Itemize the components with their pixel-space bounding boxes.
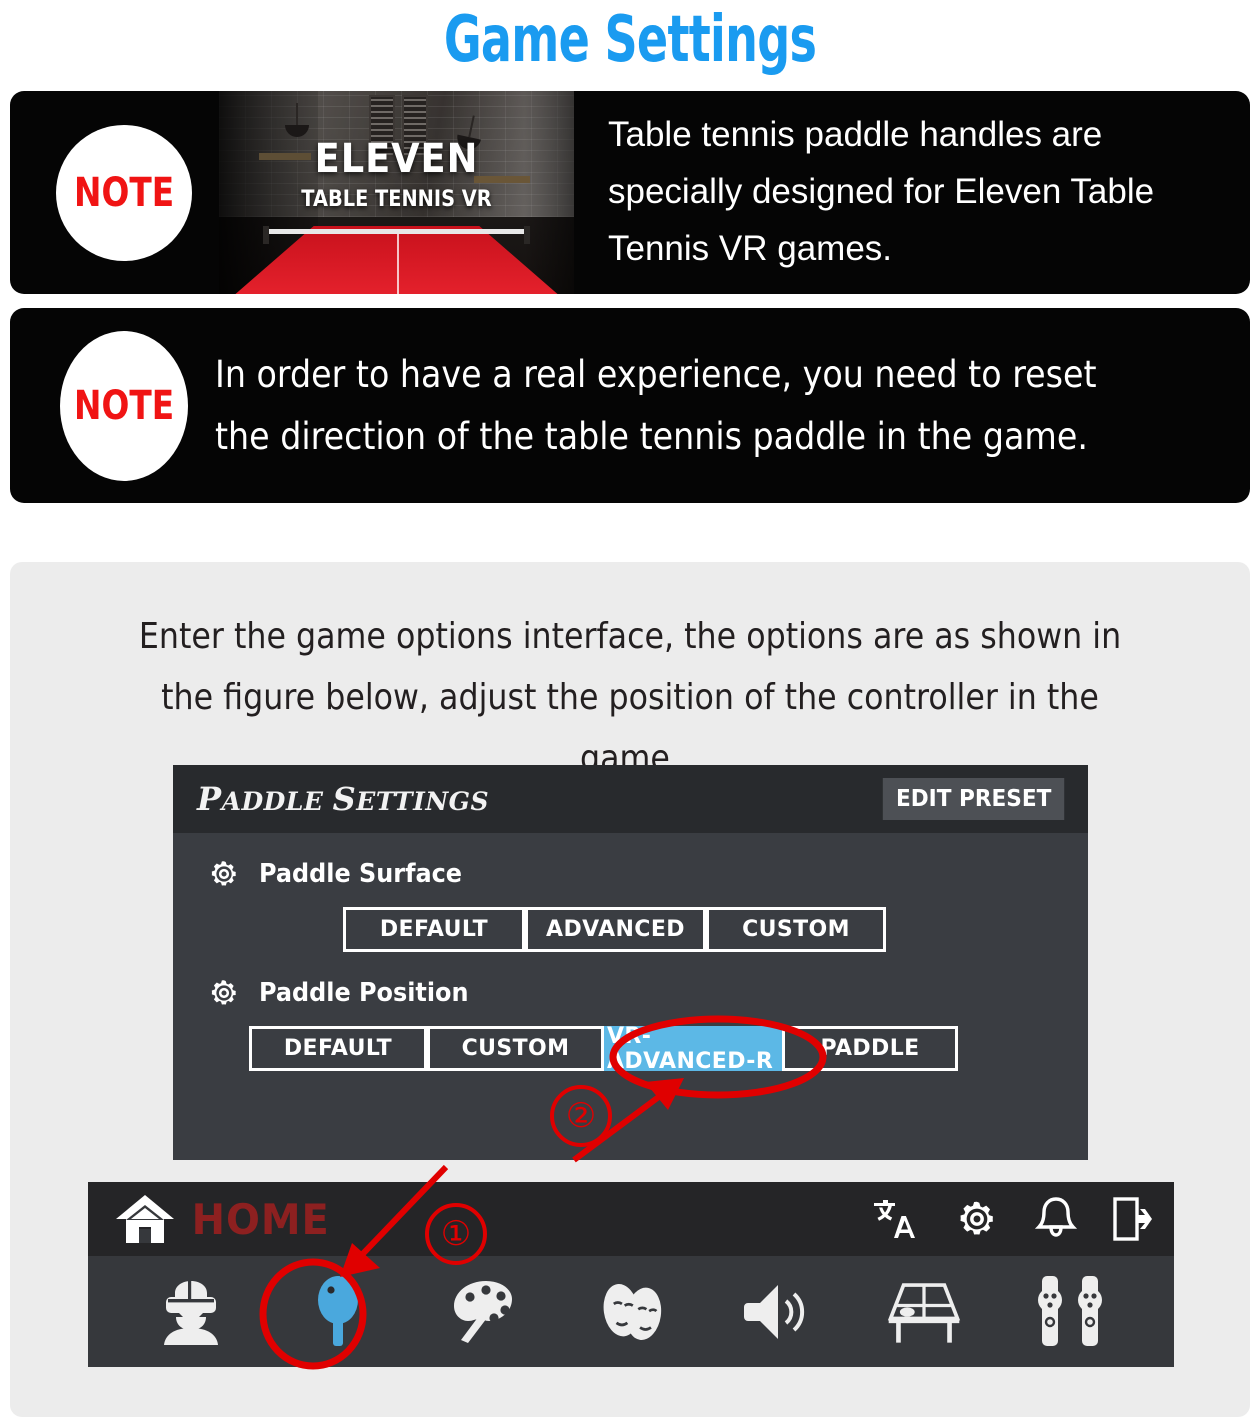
game-thumbnail: ELEVEN TABLE TENNIS VR [219,91,574,294]
intro-text: Enter the game options interface, the op… [138,616,1122,780]
home-bar: HOME [88,1182,1174,1367]
paddle-settings-panel: PADDLE SETTINGS EDIT PRESET Paddle Surfa… [173,765,1088,1160]
paddle-surface-row: Paddle Surface DEFAULT ADVANCED CUSTOM [173,857,1088,952]
panel-title-s: S [332,780,357,818]
home-bar-top-icons [874,1195,1152,1243]
option-surface-custom[interactable]: CUSTOM [706,907,886,952]
thumbnail-net-post [263,226,269,244]
house-icon [116,1195,174,1243]
paddle-position-label-group: Paddle Position [207,976,1088,1010]
panel-title-ettings: ETTINGS [356,787,490,816]
gear-icon [211,980,236,1005]
thumbnail-net-post [524,226,530,244]
note-2-text: In order to have a real experience, you … [215,353,1097,458]
paddle-surface-options: DEFAULT ADVANCED CUSTOM [343,907,1088,952]
annotation-marker-1: ① [425,1203,487,1265]
paddle-position-options: DEFAULT CUSTOM VR-ADVANCED-R PADDLE [249,1024,1088,1074]
option-position-paddle[interactable]: PADDLE [782,1026,958,1071]
thumbnail-subtitle: TABLE TENNIS VR [301,187,492,212]
home-label: HOME [191,1194,330,1244]
home-button[interactable]: HOME [114,1193,333,1245]
panel-title: PADDLE SETTINGS [197,780,489,818]
note-1-text: Table tennis paddle handles are speciall… [608,115,1155,268]
home-bar-top: HOME [88,1182,1174,1256]
page-title: Game Settings [443,3,817,77]
option-position-custom[interactable]: CUSTOM [427,1026,604,1071]
instructions-section: Enter the game options interface, the op… [10,562,1250,1417]
thumbnail-table-centerline [396,232,399,294]
option-surface-advanced[interactable]: ADVANCED [525,907,706,952]
note-badge: NOTE [60,330,188,481]
gear-icon[interactable] [954,1196,1000,1242]
note-box-1: NOTE ELEVEN TABLE TENNIS VR Table tennis… [10,91,1250,294]
exit-icon[interactable] [1112,1195,1152,1243]
thumbnail-table-net [267,229,529,234]
home-bar-bottom [88,1256,1174,1367]
annotation-marker-2: ② [550,1085,612,1147]
paddle-position-label: Paddle Position [259,978,469,1008]
gear-icon [211,861,236,886]
option-position-vr-advanced-r[interactable]: VR-ADVANCED-R [604,1024,782,1074]
paddle-position-row: Paddle Position DEFAULT CUSTOM VR-ADVANC… [173,976,1088,1074]
option-surface-default[interactable]: DEFAULT [343,907,525,952]
paddle-icon[interactable] [299,1275,377,1349]
edit-preset-button[interactable]: EDIT PRESET [882,778,1065,820]
bell-icon[interactable] [1034,1195,1078,1243]
palette-icon[interactable] [445,1275,523,1349]
panel-title-p: P [197,780,222,818]
option-position-default[interactable]: DEFAULT [249,1026,427,1071]
note-box-2: NOTE In order to have a real experience,… [10,308,1250,503]
table-tennis-table-icon[interactable] [885,1275,963,1349]
speaker-icon[interactable] [739,1275,817,1349]
thumbnail-title: ELEVEN [314,136,479,182]
vr-avatar-icon[interactable] [152,1275,230,1349]
panel-title-addle: ADDLE [221,787,333,816]
note-badge-label: NOTE [73,382,175,429]
theater-masks-icon[interactable] [592,1275,670,1349]
panel-header: PADDLE SETTINGS EDIT PRESET [173,765,1088,833]
paddle-surface-label: Paddle Surface [259,859,463,889]
translate-icon[interactable] [874,1197,920,1241]
vr-controllers-icon[interactable] [1032,1275,1110,1349]
note-badge-label: NOTE [73,169,175,216]
note-badge: NOTE [56,124,192,261]
paddle-surface-label-group: Paddle Surface [207,857,1088,891]
